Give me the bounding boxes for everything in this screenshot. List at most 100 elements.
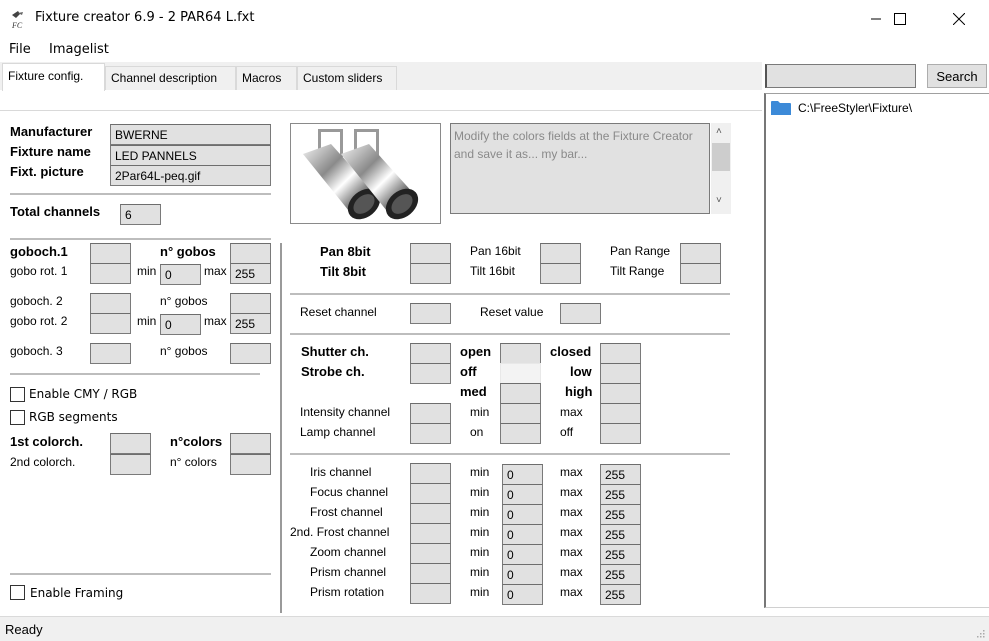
optics-channel-label: Zoom channel [310, 545, 387, 559]
ncolors1-field[interactable] [230, 433, 271, 454]
close-icon [953, 13, 965, 25]
pan-range-field[interactable] [680, 243, 721, 264]
gobo-rot2-min-field[interactable]: 0 [160, 314, 201, 335]
close-button[interactable] [936, 0, 982, 38]
scroll-up-icon[interactable]: ˄ [716, 126, 722, 137]
colorch2-field[interactable] [110, 454, 151, 475]
goboch3-label: goboch. 3 [10, 344, 63, 358]
fixt-picture-label: Fixt. picture [10, 164, 84, 179]
reset-value-label: Reset value [480, 305, 544, 319]
tilt-range-field[interactable] [680, 263, 721, 284]
scrollbar-thumb[interactable] [712, 143, 730, 171]
optics-max-field[interactable]: 255 [600, 524, 641, 545]
enable-framing-label[interactable]: Enable Framing [30, 586, 123, 600]
intensity-field[interactable] [410, 403, 451, 424]
optics-channel-field[interactable] [410, 563, 451, 584]
reset-value-field[interactable] [560, 303, 601, 324]
optics-max-field[interactable]: 255 [600, 484, 641, 505]
optics-min-field[interactable]: 0 [502, 564, 543, 585]
fixt-picture-field[interactable]: 2Par64L-peq.gif [110, 165, 271, 186]
reset-channel-field[interactable] [410, 303, 451, 324]
optics-channel-field[interactable] [410, 463, 451, 484]
search-input[interactable] [765, 64, 916, 88]
gobo-rot1-field[interactable] [90, 263, 131, 284]
optics-channel-field[interactable] [410, 503, 451, 524]
resize-grip-icon[interactable] [975, 627, 985, 641]
lamp-field[interactable] [410, 423, 451, 444]
gobo-rot2-max-field[interactable]: 255 [230, 313, 271, 334]
gobo-rot1-max-field[interactable]: 255 [230, 263, 271, 284]
rgb-segments-label[interactable]: RGB segments [29, 410, 118, 424]
shutter-field[interactable] [410, 343, 451, 364]
lamp-on-field[interactable] [500, 423, 541, 444]
enable-cmy-label[interactable]: Enable CMY / RGB [29, 387, 137, 401]
description-textarea[interactable]: Modify the colors fields at the Fixture … [450, 123, 710, 214]
total-channels-field[interactable]: 6 [120, 204, 161, 225]
ngobos3-field[interactable] [230, 343, 271, 364]
optics-max-field[interactable]: 255 [600, 544, 641, 565]
fixture-name-field[interactable]: LED PANNELS [110, 145, 271, 166]
optics-max-field[interactable]: 255 [600, 464, 641, 485]
tree-item[interactable]: C:\FreeStyler\Fixture\ [770, 100, 912, 116]
ngobos2-field[interactable] [230, 293, 271, 314]
intensity-min-field[interactable] [500, 403, 541, 424]
optics-min-label: min [470, 525, 490, 539]
rgb-segments-checkbox[interactable] [10, 410, 25, 425]
optics-min-field[interactable]: 0 [502, 584, 543, 605]
search-button[interactable]: Search [927, 64, 987, 88]
fixture-tree[interactable]: C:\FreeStyler\Fixture\ [764, 93, 989, 608]
gobo-rot2-label: gobo rot. 2 [10, 314, 68, 328]
optics-min-field[interactable]: 0 [502, 464, 543, 485]
tab-custom-sliders[interactable]: Custom sliders [297, 66, 397, 90]
intensity-max-field[interactable] [600, 403, 641, 424]
low-field[interactable] [600, 363, 641, 384]
tab-fixture-config[interactable]: Fixture config. [2, 63, 105, 91]
lamp-off-field[interactable] [600, 423, 641, 444]
optics-channel-field[interactable] [410, 583, 451, 604]
high-field[interactable] [600, 383, 641, 404]
ngobos1-field[interactable] [230, 243, 271, 264]
optics-channel-label: 2nd. Frost channel [290, 525, 390, 539]
optics-max-field[interactable]: 255 [600, 584, 641, 605]
enable-framing-checkbox[interactable] [10, 585, 25, 600]
menu-file[interactable]: File [9, 42, 31, 57]
pan8-label: Pan 8bit [320, 244, 371, 259]
strobe-off-field[interactable] [500, 363, 541, 384]
tilt8-field[interactable] [410, 263, 451, 284]
tab-channel-description[interactable]: Channel description [105, 66, 236, 90]
med-field[interactable] [500, 383, 541, 404]
menu-imagelist[interactable]: Imagelist [49, 42, 109, 57]
scroll-down-icon[interactable]: ˅ [716, 195, 722, 206]
optics-min-field[interactable]: 0 [502, 524, 543, 545]
optics-min-field[interactable]: 0 [502, 484, 543, 505]
enable-cmy-checkbox[interactable] [10, 387, 25, 402]
goboch1-field[interactable] [90, 243, 131, 264]
pan16-field[interactable] [540, 243, 581, 264]
tab-macros[interactable]: Macros [236, 66, 297, 90]
optics-channel-field[interactable] [410, 483, 451, 504]
goboch3-field[interactable] [90, 343, 131, 364]
gobo-rot1-min-label: min [137, 264, 157, 278]
colorch1-field[interactable] [110, 433, 151, 454]
tilt16-field[interactable] [540, 263, 581, 284]
optics-channel-field[interactable] [410, 523, 451, 544]
description-scrollbar[interactable]: ˄ ˅ [711, 123, 731, 214]
gobo-rot1-min-field[interactable]: 0 [160, 264, 201, 285]
optics-max-label: max [560, 485, 583, 499]
gobo-rot1-label: gobo rot. 1 [10, 264, 68, 278]
manufacturer-field[interactable]: BWERNE [110, 124, 271, 145]
maximize-button[interactable] [877, 0, 923, 38]
optics-max-field[interactable]: 255 [600, 564, 641, 585]
strobe-field[interactable] [410, 363, 451, 384]
open-field[interactable] [500, 343, 541, 364]
gobo-rot2-field[interactable] [90, 313, 131, 334]
closed-field[interactable] [600, 343, 641, 364]
optics-max-field[interactable]: 255 [600, 504, 641, 525]
optics-min-field[interactable]: 0 [502, 504, 543, 525]
low-label: low [570, 364, 592, 379]
goboch2-field[interactable] [90, 293, 131, 314]
ncolors2-field[interactable] [230, 454, 271, 475]
pan8-field[interactable] [410, 243, 451, 264]
optics-min-field[interactable]: 0 [502, 544, 543, 565]
optics-channel-field[interactable] [410, 543, 451, 564]
